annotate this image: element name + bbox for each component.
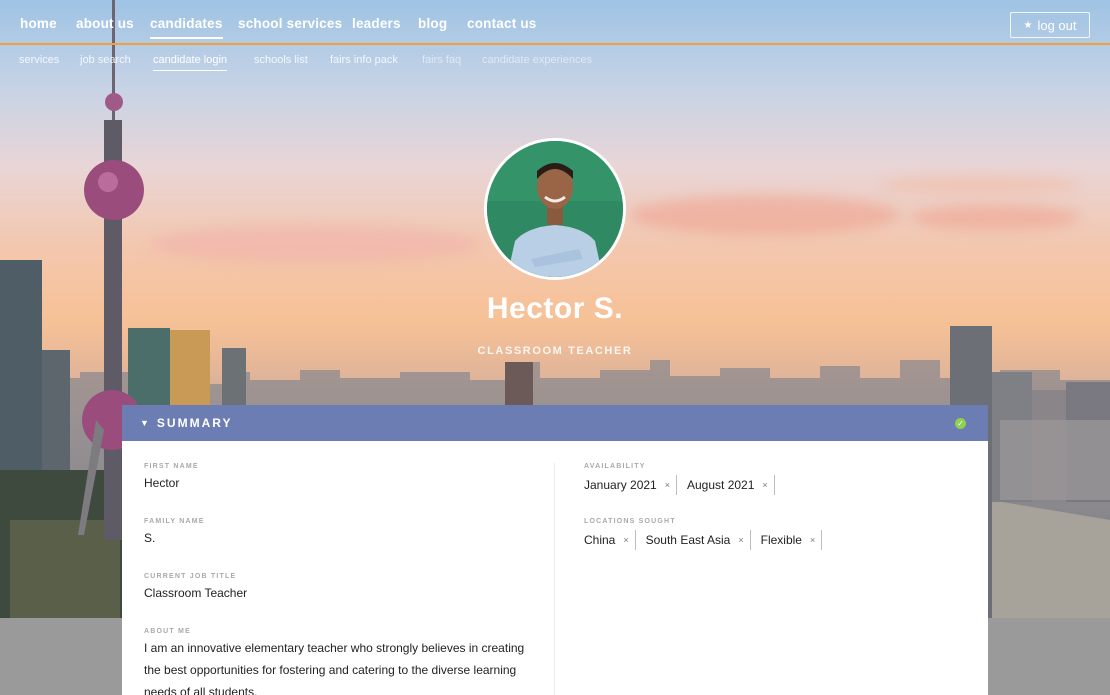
subnav-fairs-info-pack[interactable]: fairs info pack bbox=[330, 54, 398, 66]
about-field: ABOUT ME I am an innovative elementary t… bbox=[144, 628, 544, 695]
nav-blog[interactable]: blog bbox=[418, 16, 447, 31]
tag-label: January 2021 bbox=[584, 478, 657, 492]
tag: January 2021 × bbox=[584, 475, 677, 495]
remove-icon[interactable]: × bbox=[623, 535, 628, 545]
first-name-value: Hector bbox=[144, 476, 180, 490]
column-divider bbox=[554, 463, 555, 695]
nav-contact-us[interactable]: contact us bbox=[467, 16, 537, 31]
person-icon bbox=[487, 141, 623, 277]
field-label: FIRST NAME bbox=[144, 463, 199, 470]
tag: China × bbox=[584, 530, 636, 550]
remove-icon[interactable]: × bbox=[665, 480, 670, 490]
subnav-fairs-faq[interactable]: fairs faq bbox=[422, 54, 461, 66]
summary-title: SUMMARY bbox=[156, 416, 233, 430]
nav-leaders[interactable]: leaders bbox=[352, 16, 401, 31]
field-label: FAMILY NAME bbox=[144, 518, 205, 525]
nav-home[interactable]: home bbox=[20, 16, 57, 31]
tag: August 2021 × bbox=[687, 475, 775, 495]
summary-header[interactable]: ▼ SUMMARY ✓ bbox=[122, 405, 988, 441]
remove-icon[interactable]: × bbox=[738, 535, 743, 545]
first-name-field: FIRST NAME Hector bbox=[144, 463, 199, 490]
tag-label: China bbox=[584, 533, 616, 547]
star-icon: ★ bbox=[1023, 19, 1033, 31]
availability-field: AVAILABILITY January 2021 × August 2021 × bbox=[584, 463, 785, 495]
logout-label: log out bbox=[1037, 17, 1077, 33]
remove-icon[interactable]: × bbox=[810, 535, 815, 545]
subnav-job-search[interactable]: job search bbox=[80, 54, 131, 66]
field-label: LOCATIONS SOUGHT bbox=[584, 518, 676, 525]
location-tags: China × South East Asia × Flexible × bbox=[584, 530, 832, 550]
availability-tags: January 2021 × August 2021 × bbox=[584, 475, 785, 495]
remove-icon[interactable]: × bbox=[762, 480, 767, 490]
job-title-value: Classroom Teacher bbox=[144, 586, 248, 600]
tag: Flexible × bbox=[761, 530, 823, 550]
profile-role: CLASSROOM TEACHER bbox=[477, 345, 633, 357]
profile-name: Hector S. bbox=[486, 292, 624, 325]
subnav-candidate-login[interactable]: candidate login bbox=[153, 54, 228, 71]
subnav-candidate-experiences[interactable]: candidate experiences bbox=[482, 54, 592, 66]
caret-down-icon: ▼ bbox=[140, 418, 149, 428]
subnav-services[interactable]: services bbox=[19, 54, 59, 66]
field-label: AVAILABILITY bbox=[584, 463, 646, 470]
tag: South East Asia × bbox=[646, 530, 751, 550]
about-value: I am an innovative elementary teacher wh… bbox=[144, 641, 525, 695]
tag-label: South East Asia bbox=[645, 533, 731, 547]
nav-school-services[interactable]: school services bbox=[238, 16, 342, 31]
locations-field: LOCATIONS SOUGHT China × South East Asia ×… bbox=[584, 518, 832, 550]
subnav-schools-list[interactable]: schools list bbox=[254, 54, 308, 66]
tag-label: Flexible bbox=[760, 533, 802, 547]
job-title-field: CURRENT JOB TITLE Classroom Teacher bbox=[144, 573, 247, 600]
avatar bbox=[484, 138, 626, 280]
main-nav: home about us candidates school services… bbox=[0, 0, 1110, 45]
field-label: ABOUT ME bbox=[144, 628, 191, 635]
nav-about-us[interactable]: about us bbox=[76, 16, 134, 31]
field-label: CURRENT JOB TITLE bbox=[144, 573, 237, 580]
check-circle-icon: ✓ bbox=[955, 418, 966, 429]
family-name-field: FAMILY NAME S. bbox=[144, 518, 205, 545]
tag-label: August 2021 bbox=[687, 478, 755, 492]
family-name-value: S. bbox=[144, 531, 156, 545]
nav-candidates[interactable]: candidates bbox=[150, 16, 223, 39]
logout-button[interactable]: ★ log out bbox=[1010, 12, 1090, 38]
summary-card: ▼ SUMMARY ✓ FIRST NAME Hector FAMILY NAM… bbox=[122, 405, 988, 695]
